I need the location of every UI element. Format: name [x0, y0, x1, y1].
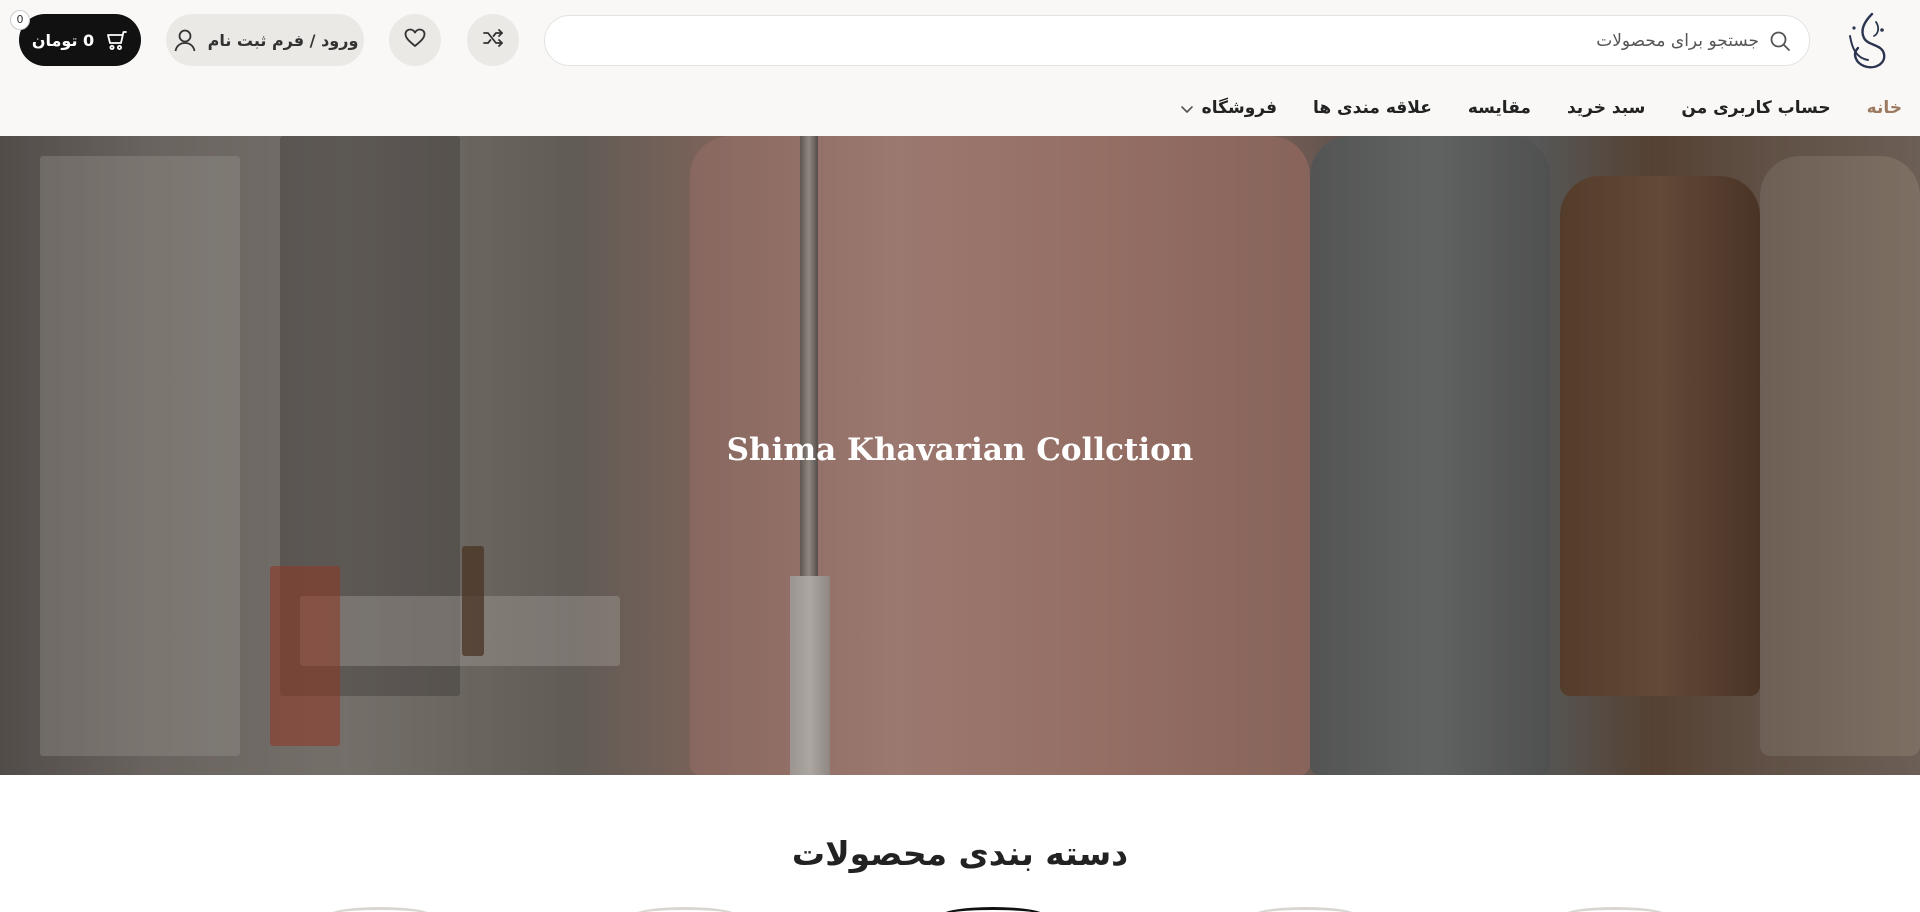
- chevron-down-icon: [1180, 101, 1194, 115]
- nav-item-label: فروشگاه: [1201, 98, 1277, 118]
- nav-item-shop[interactable]: فروشگاه: [1180, 98, 1277, 118]
- search-icon[interactable]: [1769, 30, 1791, 52]
- nav-item-label: حساب کاربری من: [1681, 98, 1831, 118]
- category-item[interactable]: [1560, 907, 1670, 912]
- cart-icon: [104, 28, 128, 52]
- compare-button[interactable]: [467, 14, 519, 66]
- calligraphy-logo[interactable]: [1838, 8, 1894, 76]
- main-nav: خانه حساب کاربری من سبد خرید مقایسه علاق…: [1144, 94, 1902, 122]
- cart-count-badge: 0: [10, 10, 30, 30]
- category-item[interactable]: [1250, 907, 1360, 912]
- shuffle-icon: [481, 26, 505, 54]
- heart-icon: [403, 26, 427, 54]
- nav-item-wishlist[interactable]: علاقه مندی ها: [1313, 98, 1432, 118]
- cart-total: 0 تومان: [31, 30, 95, 50]
- nav-item-label: علاقه مندی ها: [1312, 98, 1432, 118]
- user-icon: [172, 27, 198, 53]
- search-input[interactable]: [579, 16, 1759, 65]
- category-item[interactable]: [938, 907, 1048, 912]
- nav-item-label: سبد خرید: [1566, 98, 1646, 118]
- nav-item-home[interactable]: خانه: [1867, 98, 1902, 118]
- wishlist-button[interactable]: [389, 14, 441, 66]
- cart-button[interactable]: 0 تومان: [19, 14, 141, 66]
- categories-title: دسته بندی محصولات: [791, 834, 1129, 873]
- nav-item-label: مقایسه: [1467, 98, 1531, 118]
- category-item[interactable]: [630, 907, 740, 912]
- nav-item-label: خانه: [1866, 98, 1902, 118]
- login-label: ورود / فرم ثبت نام: [207, 30, 359, 50]
- hero-banner: Shima Khavarian Collction: [0, 136, 1920, 775]
- hero-title: Shima Khavarian Collction: [726, 432, 1194, 468]
- nav-item-cart[interactable]: سبد خرید: [1567, 98, 1645, 118]
- nav-item-my-account[interactable]: حساب کاربری من: [1681, 98, 1830, 118]
- site-header: ورود / فرم ثبت نام 0 تومان 0 خانه حساب ک…: [0, 0, 1920, 136]
- nav-item-compare[interactable]: مقایسه: [1468, 98, 1531, 118]
- login-register-button[interactable]: ورود / فرم ثبت نام: [166, 14, 364, 66]
- search-bar[interactable]: [544, 15, 1810, 66]
- category-item[interactable]: [325, 907, 435, 912]
